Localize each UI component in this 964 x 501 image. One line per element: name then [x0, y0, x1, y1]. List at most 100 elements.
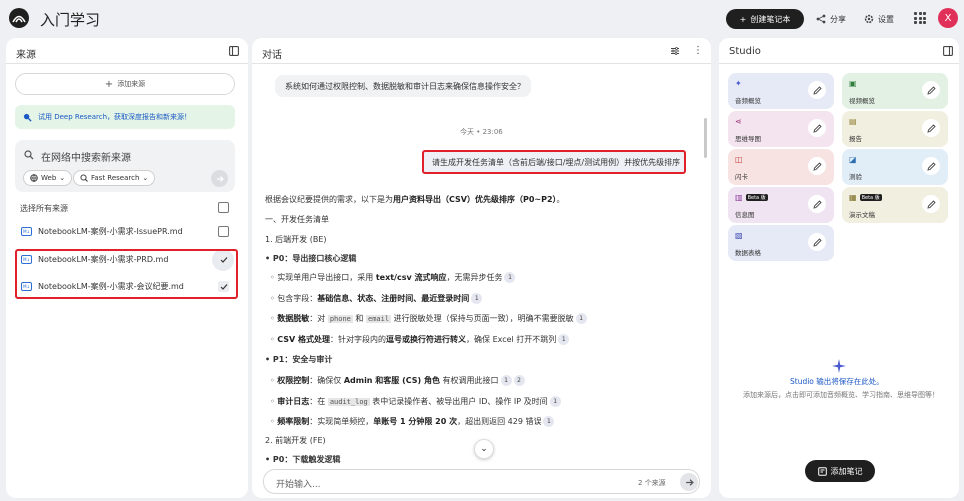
arrow-right-icon: [685, 478, 694, 486]
flashcard-icon: ◫: [735, 155, 743, 164]
search-input[interactable]: 在网络中搜索新来源: [41, 149, 131, 164]
beta-badge: Beta 版: [745, 194, 768, 201]
plus-icon: +: [104, 78, 114, 90]
deep-research-icon: [23, 113, 32, 122]
scroll-down-button[interactable]: ⌄: [474, 439, 494, 459]
studio-card-label: 视频概览: [849, 97, 875, 105]
answer-priority: • P0：导出接口核心逻辑: [265, 254, 357, 263]
user-message: 系统如何通过权限控制、数据脱敏和审计日志来确保信息操作安全？: [275, 75, 531, 97]
answer-subheading: 2. 前端开发 (FE): [265, 436, 326, 445]
search-icon: [24, 150, 34, 160]
studio-card-label: 测验: [849, 173, 862, 181]
share-icon: [816, 14, 826, 24]
citation-chip[interactable]: 1: [500, 375, 512, 386]
source-checkbox[interactable]: [218, 226, 229, 237]
edit-pencil-icon[interactable]: [808, 157, 826, 175]
edit-pencil-icon[interactable]: [808, 195, 826, 213]
citation-chip[interactable]: 1: [471, 293, 483, 304]
studio-card-label: 数据表格: [735, 249, 761, 257]
research-icon: [80, 174, 88, 182]
studio-card-report[interactable]: ▤ 报告: [842, 111, 948, 147]
answer-list-item: ◦ 频率限制：实现简单频控，单账号 1 分钟限 20 次，超出则返回 429 错…: [270, 416, 555, 427]
edit-pencil-icon[interactable]: [922, 195, 940, 213]
citation-chip[interactable]: 1: [558, 334, 570, 345]
studio-card-label: 闪卡: [735, 173, 748, 181]
slides-icon: ▦ Beta 版: [849, 193, 882, 202]
studio-card-label: 思维导图: [735, 135, 761, 143]
studio-card-quiz[interactable]: ◪ 测验: [842, 149, 948, 185]
settings-button[interactable]: 设置: [864, 10, 894, 28]
answer-priority: • P0：下载触发逻辑: [265, 455, 341, 464]
chat-input[interactable]: 开始输入...: [276, 477, 321, 490]
answer-list-item: ◦ 审计日志：在 audit_log 表中记录操作者、被导出用户 ID、操作 I…: [270, 396, 561, 407]
studio-card-mindmap[interactable]: ⋖ 思维导图: [728, 111, 834, 147]
studio-empty-description: 添加来源后，点击即可添加音频概览、学习指南、思维导图等！: [743, 391, 939, 399]
edit-pencil-icon[interactable]: [922, 157, 940, 175]
sources-title: 来源: [16, 50, 36, 61]
answer-list-item: ◦ 权限控制：确保仅 Admin 和客服 (CS) 角色 有权调用此接口 1 2: [270, 375, 525, 386]
notebook-title[interactable]: 入门学习: [40, 9, 100, 30]
studio-card-table[interactable]: ▧ 数据表格: [728, 225, 834, 261]
answer-list-item: ◦ 包含字段：基础信息、状态、注册时间、最近登录时间 1: [270, 293, 483, 304]
answer-priority: • P1：安全与审计: [265, 355, 333, 364]
add-source-button[interactable]: + 添加来源: [15, 73, 235, 95]
studio-card-label: 报告: [849, 135, 862, 143]
beta-badge: Beta 版: [859, 194, 882, 201]
source-item[interactable]: M↓ NotebookLM-案例-小需求-IssuePR.md: [15, 219, 235, 243]
citation-chip[interactable]: 1: [549, 396, 561, 407]
more-menu-icon[interactable]: ⋮: [693, 45, 703, 56]
studio-card-label: 演示文稿: [849, 211, 875, 219]
research-mode-dropdown[interactable]: Fast Research ⌄: [73, 170, 156, 186]
arrow-right-icon: [216, 175, 224, 182]
citation-chip[interactable]: 1: [575, 313, 587, 324]
chat-panel: 对话 ⋮: [252, 38, 711, 498]
mindmap-icon: ⋖: [735, 117, 742, 126]
studio-card-video[interactable]: ▣ 视频概览: [842, 73, 948, 109]
divider: [719, 63, 959, 64]
web-source-dropdown[interactable]: Web ⌄: [23, 170, 73, 186]
answer-list-item: ◦ 数据脱敏：对 phone 和 email 进行脱敏处理（保持与页面一致），明…: [270, 313, 587, 324]
search-submit-button[interactable]: [211, 170, 228, 187]
answer-intro: 根据会议纪要提供的需求，以下是为用户资料导出（CSV）优先级排序（P0~P2）。: [265, 195, 565, 204]
citation-chip[interactable]: 1: [543, 416, 555, 427]
edit-pencil-icon[interactable]: [808, 233, 826, 251]
report-icon: ▤: [849, 117, 857, 126]
studio-card-audio[interactable]: ✦ 音频概览: [728, 73, 834, 109]
quiz-icon: ◪: [849, 155, 857, 164]
citation-chip[interactable]: 2: [513, 375, 525, 386]
citation-chip[interactable]: 1: [504, 272, 516, 283]
tune-icon[interactable]: [670, 46, 680, 56]
web-search-box[interactable]: 在网络中搜索新来源 Web ⌄ Fast Research ⌄: [15, 140, 235, 192]
chevron-down-icon: ⌄: [142, 174, 149, 182]
panel-collapse-icon[interactable]: [943, 46, 953, 56]
edit-pencil-icon[interactable]: [808, 119, 826, 137]
note-icon: [817, 466, 827, 476]
edit-pencil-icon[interactable]: [922, 119, 940, 137]
studio-card-flashcard[interactable]: ◫ 闪卡: [728, 149, 834, 185]
edit-pencil-icon[interactable]: [922, 81, 940, 99]
select-all-label: 选择所有来源: [20, 204, 68, 213]
divider: [252, 63, 711, 64]
answer-section-heading: 一、开发任务清单: [265, 215, 329, 224]
divider: [6, 63, 248, 64]
studio-card-infographic[interactable]: ▥ Beta 版信息图: [728, 187, 834, 223]
video-icon: ▣: [849, 79, 857, 88]
answer-list-item: ◦ 实现单用户导出接口，采用 text/csv 流式响应，无需异步任务 1: [270, 272, 516, 283]
chat-title: 对话: [262, 50, 282, 61]
add-note-button[interactable]: 添加笔记: [805, 460, 875, 482]
apps-grid-icon[interactable]: [914, 12, 926, 24]
select-all-checkbox[interactable]: [218, 202, 229, 213]
app-logo-icon[interactable]: [9, 8, 29, 28]
share-button[interactable]: 分享: [816, 10, 846, 28]
chat-input-box[interactable]: 开始输入... 2 个来源: [263, 469, 700, 494]
create-notebook-button[interactable]: + 创建笔记本: [726, 9, 804, 29]
studio-title: Studio: [729, 46, 761, 57]
send-button[interactable]: [680, 473, 698, 491]
deep-research-promo[interactable]: 试用 Deep Research，获取深度报告和新来源！: [15, 105, 235, 129]
source-count: 2 个来源: [638, 479, 666, 487]
studio-card-slides[interactable]: ▦ Beta 版演示文稿: [842, 187, 948, 223]
panel-collapse-icon[interactable]: [229, 46, 239, 56]
chat-scrollbar[interactable]: [704, 118, 707, 158]
avatar[interactable]: X: [938, 8, 958, 28]
edit-pencil-icon[interactable]: [808, 81, 826, 99]
